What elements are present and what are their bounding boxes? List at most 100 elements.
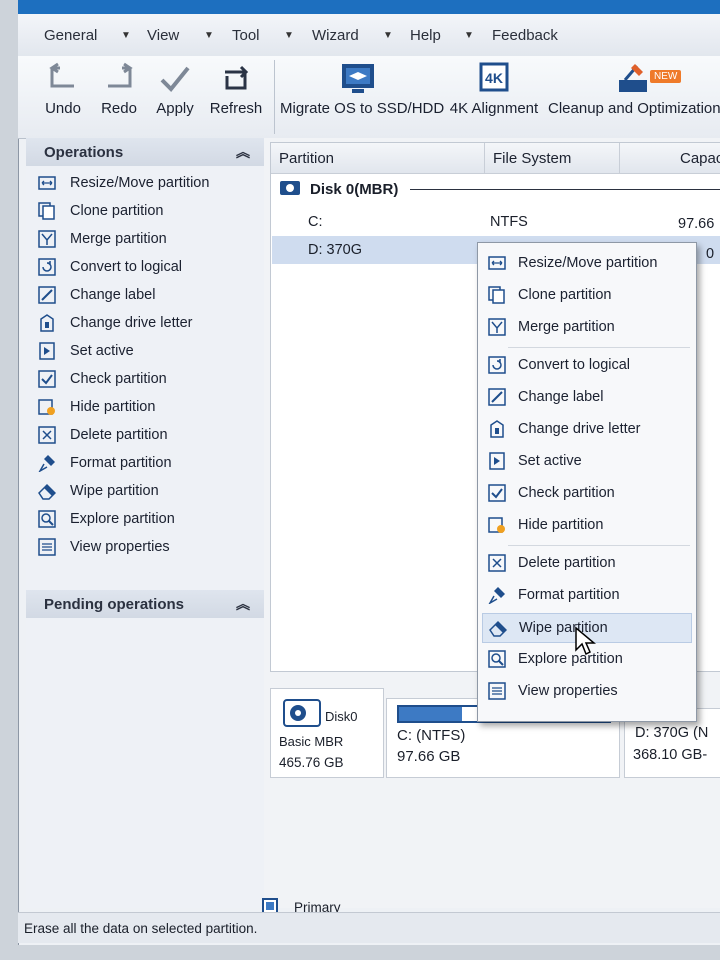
collapse-icon[interactable]: ︽: [236, 594, 250, 614]
operation-clone-partition[interactable]: Clone partition: [38, 198, 164, 224]
undo-button[interactable]: Undo: [40, 62, 86, 117]
4k-alignment-button[interactable]: 4K 4K Alignment: [448, 62, 540, 117]
migrate-os-button[interactable]: Migrate OS to SSD/HDD: [280, 62, 445, 117]
pending-operations-header[interactable]: Pending operations ︽: [26, 590, 264, 618]
mouse-cursor-icon: [575, 626, 596, 656]
operation-check-partition[interactable]: Check partition: [38, 366, 167, 392]
toolbar-divider: [274, 60, 275, 134]
column-capacity[interactable]: Capac: [620, 143, 720, 174]
operation-explore-partition[interactable]: Explore partition: [38, 506, 175, 532]
disk-0-label[interactable]: Disk 0(MBR): [310, 181, 398, 198]
chevron-down-icon[interactable]: ▼: [121, 30, 131, 41]
operation-hide-partition[interactable]: Hide partition: [38, 394, 155, 420]
menu-tool[interactable]: Tool: [232, 27, 260, 44]
context-menu-label: Hide partition: [518, 517, 604, 533]
partition-c-label: C: (NTFS): [397, 727, 466, 744]
operation-set-active[interactable]: Set active: [38, 338, 134, 364]
apply-label: Apply: [156, 100, 194, 117]
change-label-icon: [38, 286, 56, 304]
menu-help[interactable]: Help: [410, 27, 441, 44]
disk-0-card[interactable]: Disk0 Basic MBR 465.76 GB: [270, 688, 384, 778]
context-menu-item-merge-partition[interactable]: Merge partition: [482, 313, 690, 341]
operation-change-label[interactable]: Change label: [38, 282, 155, 308]
title-bar: [18, 0, 720, 14]
refresh-button[interactable]: Refresh: [206, 62, 266, 117]
4k-alignment-icon: 4K: [479, 62, 509, 92]
context-menu-item-view-properties[interactable]: View properties: [482, 677, 690, 705]
disk-name: Disk0: [325, 709, 358, 724]
chevron-down-icon[interactable]: ▼: [284, 30, 294, 41]
redo-icon: [108, 62, 133, 88]
context-menu-item-change-label[interactable]: Change label: [482, 383, 690, 411]
chevron-down-icon[interactable]: ▼: [204, 30, 214, 41]
menu-wizard[interactable]: Wizard: [312, 27, 359, 44]
explore-icon: [38, 510, 56, 528]
operation-label: Wipe partition: [70, 483, 159, 499]
context-menu-item-delete-partition[interactable]: Delete partition: [482, 549, 690, 577]
operation-delete-partition[interactable]: Delete partition: [38, 422, 168, 448]
context-menu-label: View properties: [518, 683, 618, 699]
migrate-os-label: Migrate OS to SSD/HDD: [280, 100, 445, 117]
merge-icon: [38, 230, 56, 248]
row-c-capacity: 97.66: [678, 216, 715, 232]
new-badge: NEW: [650, 70, 682, 83]
operation-format-partition[interactable]: Format partition: [38, 450, 172, 476]
context-menu-item-hide-partition[interactable]: Hide partition: [482, 511, 690, 539]
context-menu-label: Convert to logical: [518, 357, 631, 373]
4k-alignment-label: 4K Alignment: [449, 100, 539, 117]
redo-button[interactable]: Redo: [96, 62, 142, 117]
undo-label: Undo: [45, 100, 81, 117]
menu-view[interactable]: View: [147, 27, 179, 44]
merge-icon: [488, 318, 506, 336]
explore-icon: [488, 650, 506, 668]
chevron-down-icon[interactable]: ▼: [383, 30, 393, 41]
operation-label: Delete partition: [70, 427, 168, 443]
context-menu-label: Change drive letter: [518, 421, 641, 437]
context-menu-item-change-drive-letter[interactable]: Change drive letter: [482, 415, 690, 443]
operations-header[interactable]: Operations ︽: [26, 138, 264, 166]
operation-resize-move-partition[interactable]: Resize/Move partition: [38, 170, 209, 196]
convert-icon: [488, 356, 506, 374]
disk-size: 465.76 GB: [279, 755, 344, 770]
operation-merge-partition[interactable]: Merge partition: [38, 226, 167, 252]
partition-d-size: 368.10 GB-: [633, 747, 708, 763]
operation-label: Explore partition: [70, 511, 175, 527]
context-menu-item-convert-to-logical[interactable]: Convert to logical: [482, 351, 690, 379]
operation-change-drive-letter[interactable]: Change drive letter: [38, 310, 193, 336]
column-file-system[interactable]: File System: [485, 143, 620, 174]
operation-wipe-partition[interactable]: Wipe partition: [38, 478, 159, 504]
chevron-down-icon[interactable]: ▼: [464, 30, 474, 41]
context-menu-item-clone-partition[interactable]: Clone partition: [482, 281, 690, 309]
context-menu-label: Change label: [518, 389, 604, 405]
operation-label: Change drive letter: [70, 315, 193, 331]
menu-general[interactable]: General: [44, 27, 97, 44]
cleanup-optimization-button[interactable]: Cleanup and Optimization NEW: [548, 62, 720, 117]
pending-operations-title: Pending operations: [44, 596, 185, 613]
apply-button[interactable]: Apply: [150, 62, 200, 117]
column-partition[interactable]: Partition: [271, 143, 485, 174]
wipe-eraser-icon: [489, 619, 507, 637]
operation-label: Format partition: [70, 455, 172, 471]
menu-feedback[interactable]: Feedback: [492, 27, 558, 44]
operation-view-properties[interactable]: View properties: [38, 534, 170, 560]
operations-title: Operations: [44, 144, 124, 161]
context-menu-item-check-partition[interactable]: Check partition: [482, 479, 690, 507]
check-icon: [38, 370, 56, 388]
migrate-os-icon: [342, 64, 374, 93]
left-panel: Operations ︽ Pending operations ︽ Resize…: [26, 138, 265, 908]
checkmark-icon: [160, 66, 190, 92]
collapse-icon[interactable]: ︽: [236, 142, 250, 162]
context-menu-item-format-partition[interactable]: Format partition: [482, 581, 690, 609]
context-menu-item-resize-move-partition[interactable]: Resize/Move partition: [482, 249, 690, 277]
clone-icon: [38, 202, 56, 220]
clone-icon: [488, 286, 506, 304]
format-brush-icon: [488, 586, 506, 604]
context-menu-separator: [508, 545, 690, 546]
row-d-partition: D: 370G: [308, 242, 362, 258]
hard-disk-icon: [283, 699, 321, 727]
context-menu-item-set-active[interactable]: Set active: [482, 447, 690, 475]
operation-convert-to-logical[interactable]: Convert to logical: [38, 254, 182, 280]
partition-c-size: 97.66 GB: [397, 748, 461, 765]
set-active-icon: [488, 452, 506, 470]
set-active-icon: [38, 342, 56, 360]
